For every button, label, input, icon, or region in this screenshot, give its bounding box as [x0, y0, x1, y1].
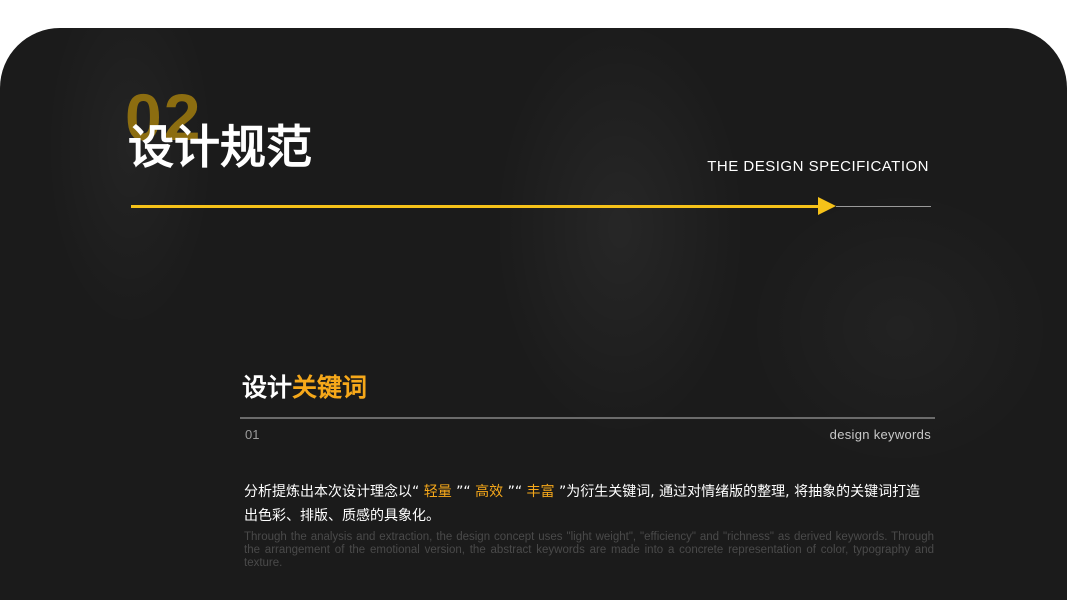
section-divider	[240, 417, 935, 419]
progress-line	[131, 205, 826, 208]
para-sep-2: ”“	[507, 484, 523, 500]
keyword-rich: 丰富	[522, 484, 560, 500]
keyword-efficient: 高效	[470, 484, 508, 500]
keyword-light: 轻量	[419, 484, 457, 500]
description-paragraph: 分析提炼出本次设计理念以“ 轻量 ”“ 高效 ”“ 丰富 ”为衍生关键词, 通过…	[244, 480, 934, 528]
para-prefix: 分析提炼出本次设计理念以“	[244, 484, 420, 500]
arrow-right-icon	[818, 197, 836, 215]
page-subtitle: THE DESIGN SPECIFICATION	[707, 158, 929, 175]
remaining-line	[836, 206, 931, 207]
section-label-en: design keywords	[829, 427, 931, 442]
section-title-accent: 关键词	[292, 373, 368, 402]
page-title: 设计规范	[128, 120, 312, 174]
section-index: 01	[245, 427, 260, 442]
english-paragraph: Through the analysis and extraction, the…	[244, 531, 934, 569]
section-title-white: 设计	[242, 373, 293, 402]
content-panel: 02 设计规范 THE DESIGN SPECIFICATION 设计关键词 0…	[0, 28, 1067, 600]
para-sep-1: ”“	[456, 484, 471, 500]
section-title: 设计关键词	[242, 375, 367, 400]
